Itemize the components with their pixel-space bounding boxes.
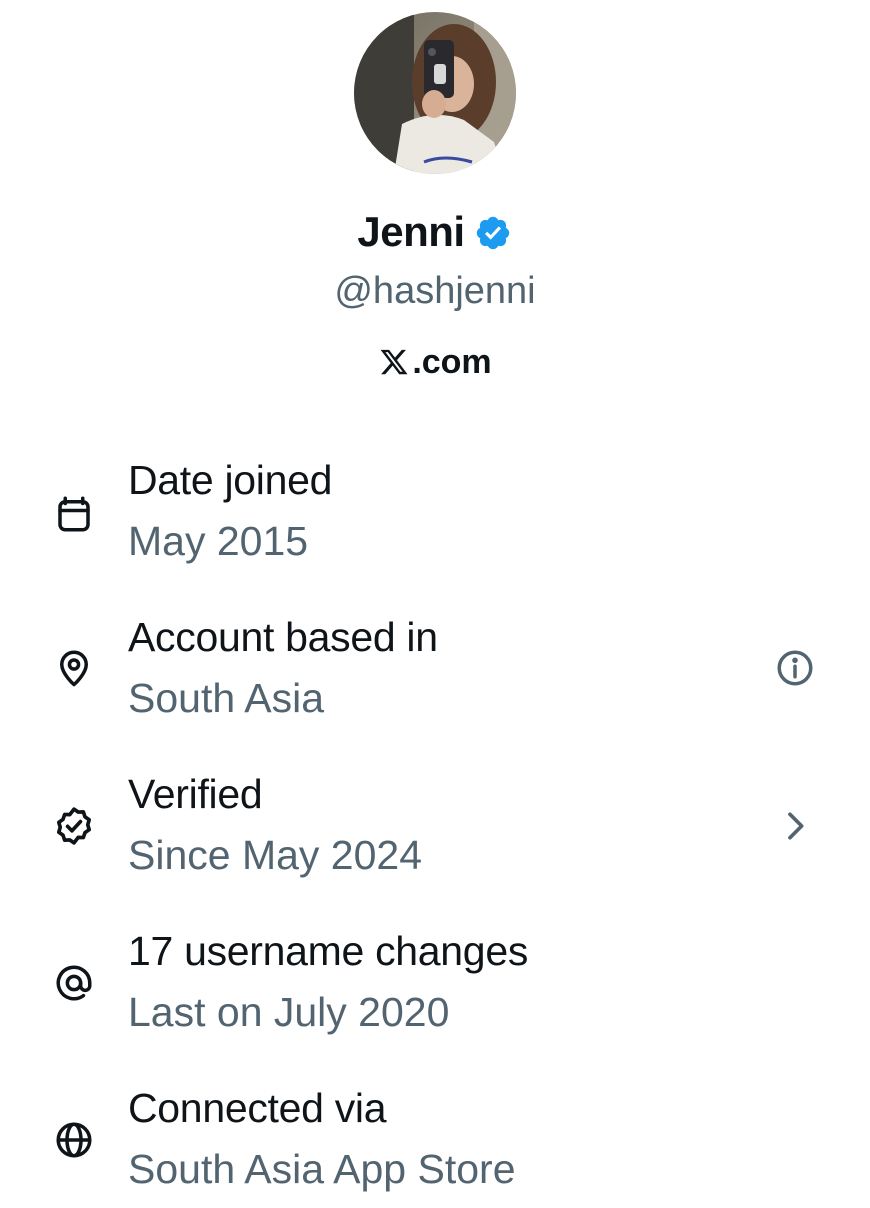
connected-via-row: Connected via South Asia App Store — [0, 1078, 870, 1208]
connected-via-title: Connected via — [128, 1085, 387, 1131]
date-joined-title: Date joined — [128, 457, 333, 503]
connected-via-value: South Asia App Store — [128, 1146, 516, 1192]
verified-check-icon — [51, 803, 97, 849]
profile-header: Jenni @hashjenni .com — [0, 0, 870, 400]
account-based-in-row: Account based in South Asia — [0, 607, 870, 737]
info-icon[interactable] — [770, 643, 820, 693]
site-link[interactable]: .com — [0, 338, 870, 386]
site-text: .com — [412, 343, 492, 381]
name-row: Jenni — [0, 204, 870, 260]
at-sign-icon — [51, 960, 97, 1006]
account-based-in-value: South Asia — [128, 675, 325, 721]
x-logo-icon — [378, 346, 410, 378]
globe-icon — [51, 1117, 97, 1163]
username-changes-value: Last on July 2020 — [128, 989, 450, 1035]
username-changes-row: 17 username changes Last on July 2020 — [0, 921, 870, 1051]
verified-value: Since May 2024 — [128, 832, 423, 878]
verified-title: Verified — [128, 771, 263, 817]
verified-row[interactable]: Verified Since May 2024 — [0, 764, 870, 894]
date-joined-value: May 2015 — [128, 518, 309, 564]
verified-badge-icon[interactable] — [473, 213, 513, 253]
location-pin-icon — [51, 645, 97, 691]
calendar-icon — [51, 491, 97, 537]
avatar[interactable] — [354, 12, 516, 174]
display-name: Jenni — [357, 208, 465, 255]
chevron-right-icon[interactable] — [770, 801, 820, 851]
account-based-in-title: Account based in — [128, 614, 438, 660]
username-changes-title: 17 username changes — [128, 928, 529, 974]
date-joined-row: Date joined May 2015 — [0, 450, 870, 580]
profile-handle: @hashjenni — [334, 270, 536, 312]
